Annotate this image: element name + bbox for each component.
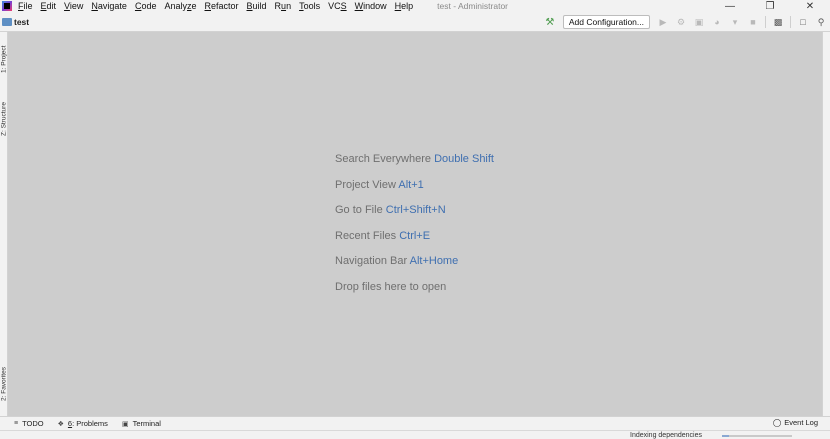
hint-shortcut: Ctrl+Shift+N xyxy=(385,204,446,217)
hint-text: Recent Files xyxy=(335,229,397,242)
breadcrumb-project[interactable]: test xyxy=(14,17,29,27)
menu-item-build[interactable]: Build xyxy=(247,1,267,11)
close-button[interactable]: ✕ xyxy=(790,0,830,12)
editor-hint: Search Everywhere Double Shift xyxy=(335,152,494,178)
editor-hints: Search Everywhere Double Shift Project Vi… xyxy=(335,152,494,306)
navigation-bar: test ⚒ Add Configuration... ▶ ⚙ ▣ ◕ ▾ ■ … xyxy=(0,12,830,32)
toolbar-separator xyxy=(790,16,791,28)
bottom-tool-stripe: ≡ TODO ❖ 6: Problems ▣ Terminal ◯ Event … xyxy=(0,416,830,430)
hint-shortcut: Double Shift xyxy=(434,153,494,165)
presentation-mode-icon[interactable]: □ xyxy=(796,15,810,29)
menu-bar: File Edit View Navigate Code Analyze Refactor B… xyxy=(0,0,830,12)
terminal-tab-label: Terminal xyxy=(132,419,161,428)
search-everywhere-icon[interactable]: ⚲ xyxy=(814,15,828,29)
menu-label-part: ile xyxy=(23,1,33,11)
editor-hint: Navigation Bar Alt+Home xyxy=(335,254,494,280)
favorites-tool-tab[interactable]: 2: Favorites xyxy=(0,358,8,410)
menu-item-vcs[interactable]: VCS xyxy=(328,1,347,11)
indexing-progress-bar xyxy=(722,435,792,437)
profile-icon[interactable]: ◕ xyxy=(710,15,724,29)
editor-hint: Recent Files Ctrl+E xyxy=(335,229,494,255)
editor-empty-area[interactable]: Search Everywhere Double Shift Project Vi… xyxy=(8,32,822,416)
left-tool-stripe: 1: Project Z: Structure 2: Favorites xyxy=(0,32,8,416)
event-log-label: Event Log xyxy=(784,418,818,427)
todo-tab-label: TODO xyxy=(22,419,44,428)
editor-hint: Project View Alt+1 xyxy=(335,178,494,204)
hint-text: Drop files here to open xyxy=(335,280,447,293)
hint-shortcut: Ctrl+E xyxy=(399,229,431,242)
run-icon[interactable]: ▶ xyxy=(656,15,670,29)
menu-label-part: ode xyxy=(141,1,157,11)
window-title: test - Administrator xyxy=(437,1,509,11)
menu-label-part: uild xyxy=(252,1,267,11)
menu-item-run[interactable]: Run xyxy=(275,1,292,11)
menu-item-navigate[interactable]: Navigate xyxy=(91,1,127,11)
menu-label-part: n xyxy=(286,1,292,11)
menu-item-analyze[interactable]: Analyze xyxy=(164,1,196,11)
menu-label-part: avigate xyxy=(97,1,127,11)
hint-shortcut: Alt+Home xyxy=(409,255,459,268)
menu-mnemonic: S xyxy=(340,1,347,11)
menu-label-part: Analy xyxy=(164,1,187,11)
menu-item-refactor[interactable]: Refactor xyxy=(205,1,239,11)
event-log-bubble-icon: ◯ xyxy=(772,418,782,427)
hint-text: Search Everywhere xyxy=(335,153,431,165)
more-run-chevron-icon[interactable]: ▾ xyxy=(728,15,742,29)
problems-tool-tab[interactable]: ❖ 6: Problems xyxy=(58,419,108,428)
terminal-icon: ▣ xyxy=(121,420,129,428)
menu-label-part: iew xyxy=(69,1,84,11)
menu-item-window[interactable]: Window xyxy=(355,1,387,11)
menu-item-edit[interactable]: Edit xyxy=(41,1,57,11)
project-tool-tab[interactable]: 1: Project xyxy=(0,36,8,82)
menu-label-part: VC xyxy=(328,1,341,11)
editor-hint: Go to File Ctrl+Shift+N xyxy=(335,203,494,229)
hint-text: Go to File xyxy=(335,204,383,217)
project-folder-icon xyxy=(2,17,12,26)
menu-label-part: efactor xyxy=(211,1,239,11)
problems-info-icon: ❖ xyxy=(57,420,64,428)
terminal-tool-tab[interactable]: ▣ Terminal xyxy=(122,419,161,428)
minimize-button[interactable]: — xyxy=(710,0,750,12)
hint-text: Navigation Bar xyxy=(335,255,408,268)
problems-tab-label: : Problems xyxy=(72,419,108,428)
restore-button[interactable]: ❐ xyxy=(750,0,790,12)
menu-label-part: ools xyxy=(303,1,321,11)
debug-icon[interactable]: ⚙ xyxy=(674,15,688,29)
menu-item-code[interactable]: Code xyxy=(135,1,157,11)
menu-label-part: elp xyxy=(401,1,414,11)
menu-label-part: e xyxy=(191,1,197,11)
menu-item-help[interactable]: Help xyxy=(395,1,414,11)
menu-label-part: indow xyxy=(363,1,387,11)
toolbar-separator xyxy=(765,16,766,28)
intellij-logo-icon xyxy=(2,1,12,11)
menu-item-view[interactable]: View xyxy=(64,1,83,11)
run-with-coverage-icon[interactable]: ▣ xyxy=(692,15,706,29)
indexing-progress-fill xyxy=(722,435,729,437)
status-bar: Indexing dependencies xyxy=(0,430,830,439)
todo-tool-tab[interactable]: ≡ TODO xyxy=(14,419,44,428)
structure-tool-tab[interactable]: Z: Structure xyxy=(0,92,8,146)
right-tool-stripe xyxy=(822,32,830,416)
main-toolbar: ⚒ Add Configuration... ▶ ⚙ ▣ ◕ ▾ ■ ▩ □ ⚲ xyxy=(541,12,830,32)
add-configuration-button[interactable]: Add Configuration... xyxy=(562,15,650,29)
main-menu: File Edit View Navigate Code Analyze Refactor B… xyxy=(18,1,421,11)
event-log-tool-tab[interactable]: ◯ Event Log xyxy=(773,418,818,427)
todo-list-icon: ≡ xyxy=(14,420,19,427)
menu-mnemonic: W xyxy=(354,1,364,11)
window-controls: — ❐ ✕ xyxy=(710,0,830,12)
editor-hint: Drop files here to open xyxy=(335,280,494,306)
hint-text: Project View xyxy=(335,178,396,191)
hint-shortcut: Alt+1 xyxy=(398,178,424,191)
menu-item-tools[interactable]: Tools xyxy=(299,1,320,11)
menu-label-part: dit xyxy=(46,1,57,11)
project-structure-icon[interactable]: ▩ xyxy=(771,15,785,29)
build-hammer-icon[interactable]: ⚒ xyxy=(543,15,557,29)
menu-item-file[interactable]: File xyxy=(18,1,33,11)
background-task-label[interactable]: Indexing dependencies xyxy=(630,432,702,439)
stop-icon[interactable]: ■ xyxy=(746,15,760,29)
